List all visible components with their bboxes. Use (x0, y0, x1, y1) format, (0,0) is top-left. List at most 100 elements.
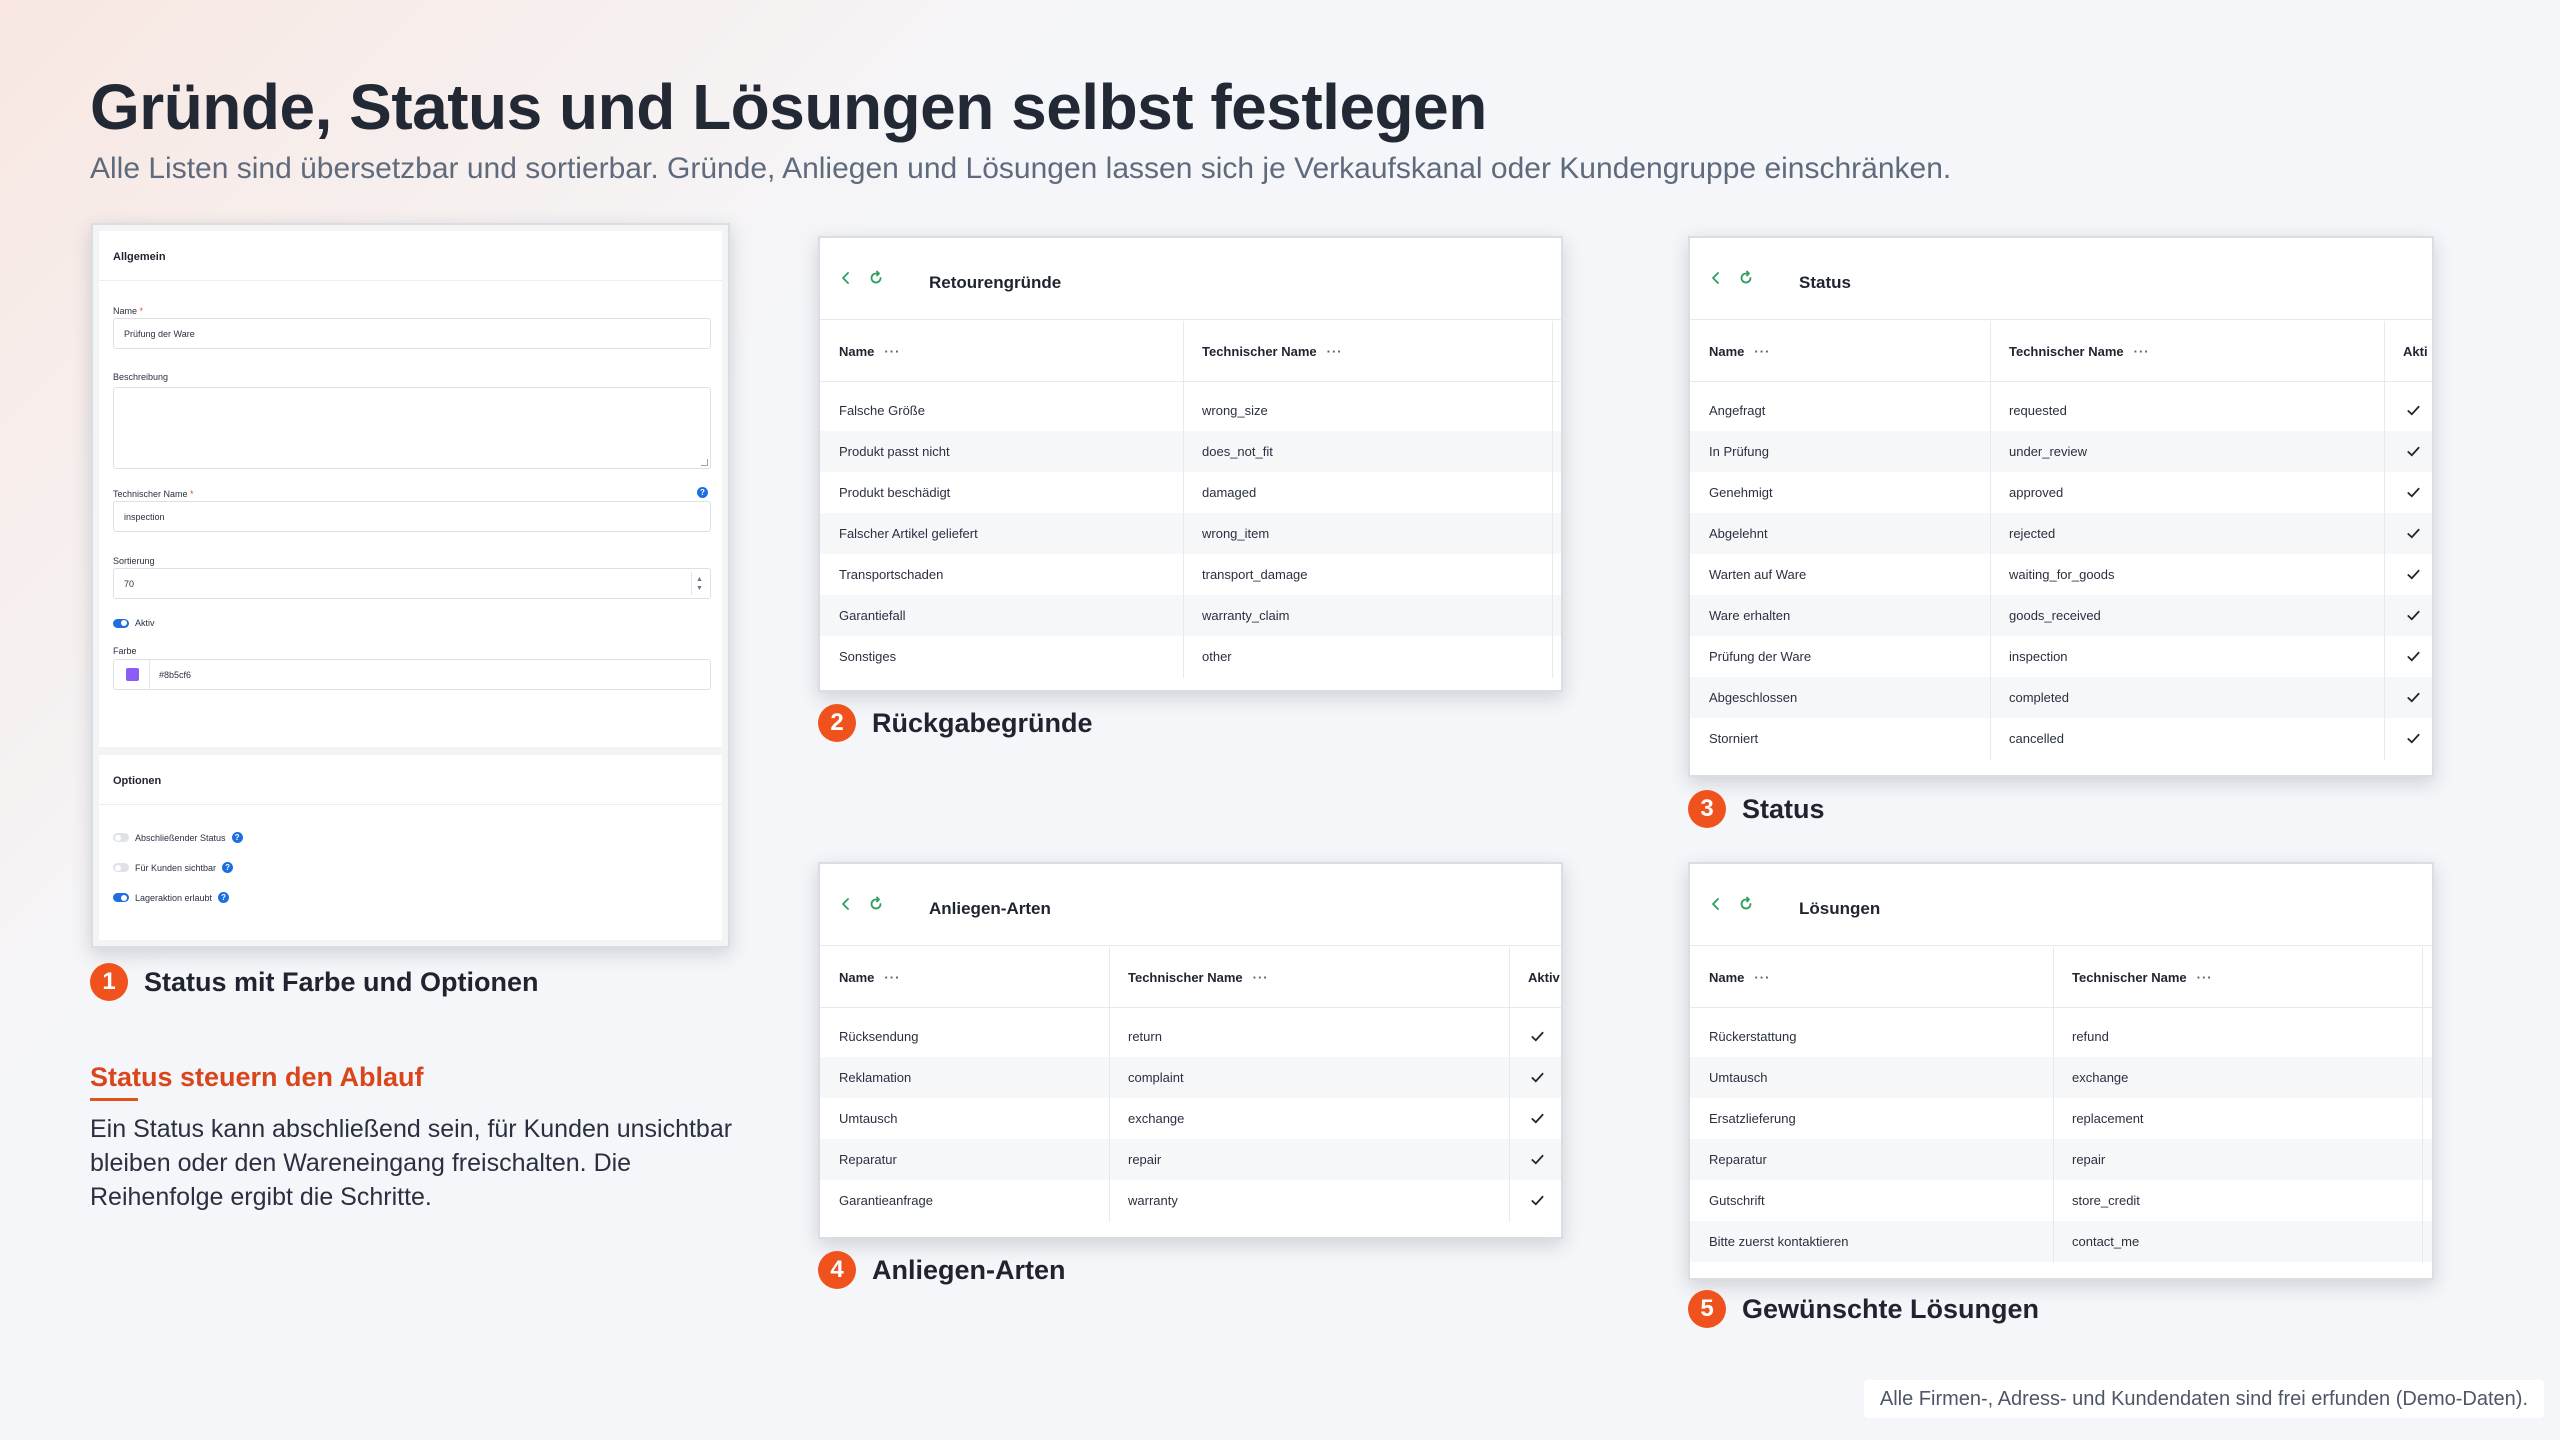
toggle-warehouse-action[interactable] (113, 893, 129, 902)
stepper-icon[interactable]: ▲ ▼ (691, 572, 707, 595)
name-field[interactable]: Prüfung der Ware (113, 318, 711, 349)
column-divider (2384, 321, 2385, 760)
table-row[interactable]: Rücksendung return (820, 1016, 1561, 1057)
table-row[interactable]: In Prüfung under_review (1690, 431, 2432, 472)
name-cell: Abgeschlossen (1709, 690, 1798, 705)
column-name[interactable]: Name ··· (820, 946, 900, 1008)
caption-5: 5 Gewünschte Lösungen (1688, 1290, 2039, 1328)
back-icon[interactable] (838, 896, 854, 912)
column-menu-icon[interactable]: ··· (1327, 344, 1343, 359)
table-row[interactable]: Genehmigt approved (1690, 472, 2432, 513)
resize-handle[interactable] (701, 459, 708, 466)
column-menu-icon[interactable]: ··· (884, 344, 900, 359)
column-menu-icon[interactable]: ··· (2134, 344, 2150, 359)
table-row[interactable]: Falsche Größe wrong_size (820, 390, 1561, 431)
divider (149, 660, 150, 689)
table-row[interactable]: Reparatur repair (820, 1139, 1561, 1180)
column-label: Technischer Name (2072, 969, 2187, 985)
table-body: Rückerstattung refund Umtausch exchange Ersa… (1690, 1008, 2432, 1262)
help-icon[interactable]: ? (222, 862, 234, 873)
back-icon[interactable] (1708, 896, 1724, 912)
color-field[interactable]: #8b5cf6 (113, 659, 711, 690)
table-row[interactable]: Abgelehnt rejected (1690, 513, 2432, 554)
table-row[interactable]: Rückerstattung refund (1690, 1016, 2432, 1057)
toggle-final-status[interactable] (113, 833, 129, 842)
table-row[interactable]: Reparatur repair (1690, 1139, 2432, 1180)
column-menu-icon[interactable]: ··· (1754, 970, 1770, 985)
table-row[interactable]: Bitte zuerst kontaktieren contact_me (1690, 1221, 2432, 1262)
option-final-status[interactable]: Abschließender Status ? (113, 832, 243, 843)
column-technical-name[interactable]: Technischer Name ··· (1109, 946, 1269, 1008)
table-row[interactable]: Umtausch exchange (820, 1098, 1561, 1139)
technical-name-field[interactable]: inspection (113, 501, 711, 532)
back-icon[interactable] (838, 270, 854, 286)
technical-name-cell: transport_damage (1202, 567, 1308, 582)
table-row[interactable]: Transportschaden transport_damage (820, 554, 1561, 595)
help-icon[interactable]: ? (697, 487, 708, 498)
column-name[interactable]: Name ··· (820, 320, 900, 382)
technical-name-cell: warranty_claim (1202, 608, 1290, 623)
table-row[interactable]: Ersatzlieferung replacement (1690, 1098, 2432, 1139)
column-technical-name[interactable]: Technischer Name ··· (1183, 320, 1343, 382)
header-icons (838, 896, 884, 912)
active-cell (2406, 513, 2421, 554)
back-icon[interactable] (1708, 270, 1724, 286)
column-menu-icon[interactable]: ··· (1253, 970, 1269, 985)
panel-title: Lösungen (1799, 899, 1881, 918)
sort-field[interactable]: 70 ▲ ▼ (113, 568, 711, 599)
table-row[interactable]: Angefragt requested (1690, 390, 2432, 431)
option-visible-customer[interactable]: Für Kunden sichtbar ? (113, 862, 234, 873)
check-icon (2407, 487, 2420, 498)
table-row[interactable]: Warten auf Ware waiting_for_goods (1690, 554, 2432, 595)
refresh-icon[interactable] (1738, 270, 1754, 286)
active-toggle-row[interactable]: Aktiv (113, 618, 155, 628)
option-warehouse-action[interactable]: Lageraktion erlaubt ? (113, 892, 230, 903)
table-row[interactable]: Prüfung der Ware inspection (1690, 636, 2432, 677)
panel-header: Anliegen-Arten (820, 864, 1561, 946)
technical-name-cell: damaged (1202, 485, 1257, 500)
column-active[interactable]: Akti (2384, 320, 2428, 382)
column-label: Name (839, 969, 875, 985)
table-row[interactable]: Reklamation complaint (820, 1057, 1561, 1098)
column-active[interactable]: Aktiv (1509, 946, 1560, 1008)
options-card-title: Optionen (99, 755, 722, 805)
help-icon[interactable]: ? (218, 892, 230, 903)
description-field[interactable] (113, 387, 711, 469)
active-cell (2406, 431, 2421, 472)
table-row[interactable]: Garantieanfrage warranty (820, 1180, 1561, 1221)
table-row[interactable]: Produkt beschädigt damaged (820, 472, 1561, 513)
table-header: Name ··· Technischer Name ··· (1690, 946, 2432, 1008)
column-menu-icon[interactable]: ··· (884, 970, 900, 985)
table-row[interactable]: Umtausch exchange (1690, 1057, 2432, 1098)
table-row[interactable]: Produkt passt nicht does_not_fit (820, 431, 1561, 472)
refresh-icon[interactable] (868, 896, 884, 912)
column-technical-name[interactable]: Technischer Name ··· (2053, 946, 2213, 1008)
column-name[interactable]: Name ··· (1690, 946, 1770, 1008)
table-body: Falsche Größe wrong_size Produkt passt nic… (820, 382, 1561, 677)
column-menu-icon[interactable]: ··· (2197, 970, 2213, 985)
table-row[interactable]: Sonstiges other (820, 636, 1561, 677)
table-row[interactable]: Storniert cancelled (1690, 718, 2432, 759)
column-name[interactable]: Name ··· (1690, 320, 1770, 382)
name-cell: Reparatur (839, 1152, 897, 1167)
table-row[interactable]: Gutschrift store_credit (1690, 1180, 2432, 1221)
table-row[interactable]: Falscher Artikel geliefert wrong_item (820, 513, 1561, 554)
help-icon[interactable]: ? (231, 832, 243, 843)
table-row[interactable]: Abgeschlossen completed (1690, 677, 2432, 718)
number-badge: 3 (1688, 790, 1726, 828)
toggle-visible-customer[interactable] (113, 863, 129, 872)
color-swatch[interactable] (126, 668, 139, 681)
name-cell: Falscher Artikel geliefert (839, 526, 978, 541)
caption-1: 1 Status mit Farbe und Optionen (90, 963, 539, 1001)
refresh-icon[interactable] (1738, 896, 1754, 912)
column-menu-icon[interactable]: ··· (1754, 344, 1770, 359)
check-icon (2407, 733, 2420, 744)
table-row[interactable]: Ware erhalten goods_received (1690, 595, 2432, 636)
refresh-icon[interactable] (868, 270, 884, 286)
active-toggle[interactable] (113, 618, 129, 628)
column-technical-name[interactable]: Technischer Name ··· (1990, 320, 2150, 382)
technical-name-cell: exchange (1128, 1111, 1185, 1126)
number-badge: 5 (1688, 1290, 1726, 1328)
technical-name-cell: under_review (2009, 444, 2088, 459)
table-row[interactable]: Garantiefall warranty_claim (820, 595, 1561, 636)
